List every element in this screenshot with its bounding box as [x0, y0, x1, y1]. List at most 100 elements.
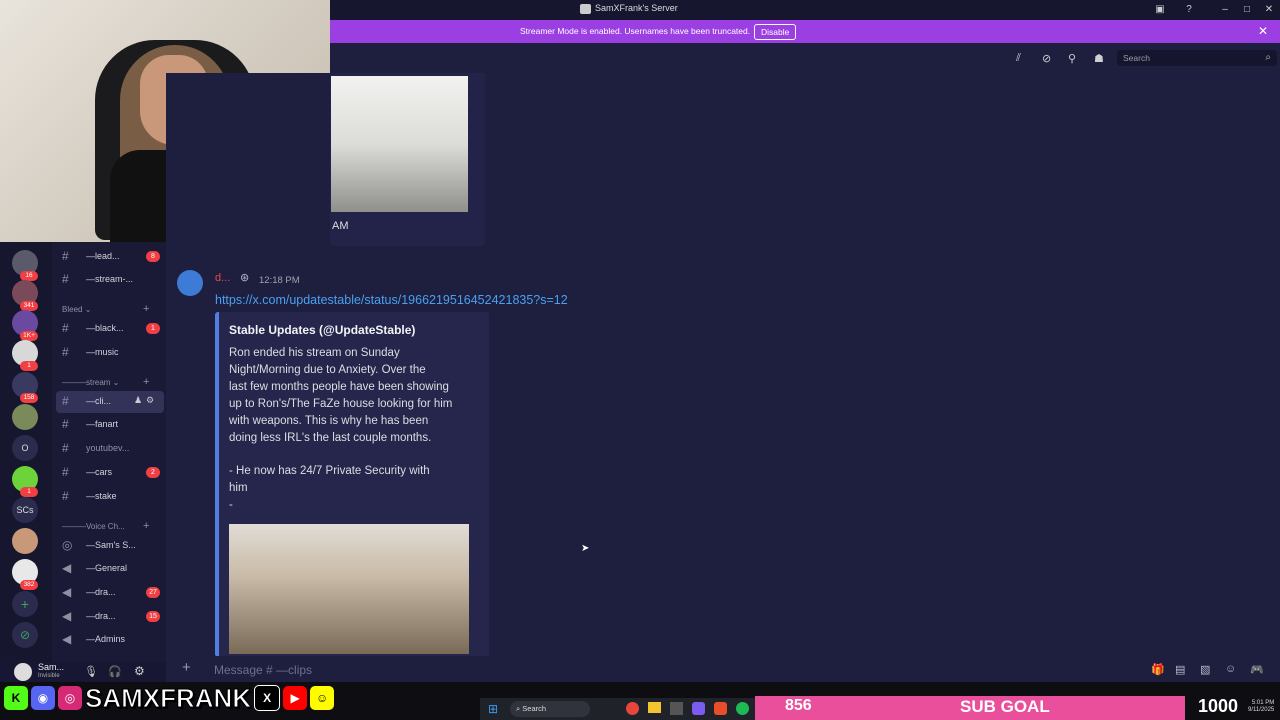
invite-icon[interactable]: ♟ — [134, 395, 142, 406]
message-input[interactable]: Message # —clips — [214, 663, 312, 677]
server-icon[interactable]: 382 — [12, 559, 38, 590]
disable-streamer-mode-button[interactable]: Disable — [754, 24, 797, 40]
channel-cars[interactable]: # —cars 2 — [56, 462, 164, 484]
server-icon[interactable]: 1 — [12, 466, 38, 497]
help-icon[interactable]: ? — [1182, 3, 1196, 17]
channel-fanart[interactable]: # —fanart — [56, 414, 164, 436]
message-author-avatar[interactable] — [177, 270, 203, 296]
store-icon[interactable] — [670, 702, 683, 715]
server-icon[interactable]: 16 — [12, 250, 38, 281]
link-embed: Stable Updates (@UpdateStable) Ron ended… — [215, 312, 489, 657]
gift-icon[interactable]: 🎁 — [1151, 663, 1165, 676]
server-icon[interactable]: 341 — [12, 280, 38, 311]
hash-icon: # — [62, 345, 69, 359]
voice-channel-admins[interactable]: ◀ —Admins — [56, 629, 164, 651]
window-title: SamXFrank's Server — [595, 3, 678, 13]
banner-close-icon[interactable]: ✕ — [1258, 24, 1268, 38]
gif-icon[interactable]: ▤ — [1175, 663, 1185, 676]
hash-icon: # — [62, 272, 69, 286]
pin-icon[interactable]: ⚲ — [1068, 52, 1076, 65]
channel-clips[interactable]: # —cli... ♟ ⚙ — [56, 391, 164, 413]
snapchat-icon: ☺ — [310, 686, 335, 710]
hash-icon: # — [62, 249, 69, 263]
voice-channel-sams[interactable]: ◎ —Sam's S... — [56, 535, 164, 557]
chrome-icon[interactable] — [626, 702, 639, 715]
member-list-icon[interactable]: ☗ — [1094, 52, 1104, 65]
category-voice[interactable]: ———Voice Ch... — [62, 522, 125, 531]
gear-icon[interactable]: ⚙ — [146, 395, 154, 406]
taskbar-search[interactable]: ⌕ Search — [510, 701, 590, 717]
voice-channel-general[interactable]: ◀ —General — [56, 558, 164, 580]
hash-icon: # — [62, 441, 69, 455]
search-box[interactable]: Search ⌕ — [1117, 50, 1277, 66]
hash-icon: # — [62, 465, 69, 479]
windows-start-icon[interactable]: ⊞ — [488, 702, 498, 716]
discord-taskbar-icon[interactable] — [692, 702, 705, 715]
channel-black[interactable]: # —black... 1 — [56, 318, 164, 340]
sticker-icon[interactable]: ▧ — [1200, 663, 1210, 676]
hash-icon: # — [62, 321, 69, 335]
headphones-icon[interactable]: 🎧 — [108, 665, 122, 678]
search-icon: ⌕ — [516, 704, 521, 713]
server-icon[interactable]: 158 — [12, 372, 38, 403]
file-explorer-icon[interactable] — [648, 702, 661, 713]
hash-icon: # — [62, 489, 69, 503]
server-icon[interactable] — [12, 528, 38, 554]
channel-stream-top[interactable]: # —stream-... — [56, 269, 164, 291]
attach-plus-icon[interactable]: + — [182, 659, 191, 676]
x-icon: X — [254, 685, 281, 711]
inbox-icon[interactable]: ▣ — [1153, 3, 1167, 17]
app-icon[interactable] — [714, 702, 727, 715]
search-icon: ⌕ — [1265, 52, 1271, 63]
voice-channel-dra-1[interactable]: ◀ —dra... 27 — [56, 582, 164, 604]
avatar[interactable] — [14, 663, 32, 681]
add-channel-icon[interactable]: + — [143, 520, 149, 532]
message-timestamp: 12:18 PM — [259, 275, 300, 286]
activities-icon[interactable]: 🎮 — [1250, 663, 1264, 676]
close-window-icon[interactable]: ✕ — [1262, 3, 1276, 17]
add-server-icon[interactable]: + — [12, 591, 38, 617]
microphone-icon[interactable]: 🎙 — [84, 665, 98, 678]
voice-channel-dra-2[interactable]: ◀ —dra... 15 — [56, 606, 164, 628]
category-stream[interactable]: ———stream ⌄ — [62, 378, 119, 387]
stage-icon: ◎ — [62, 538, 73, 552]
previous-embed: AM — [330, 73, 485, 246]
embed-title[interactable]: Stable Updates (@UpdateStable) — [229, 323, 415, 337]
add-channel-icon[interactable]: + — [143, 303, 149, 315]
notifications-muted-icon[interactable]: ⊘ — [1042, 52, 1051, 65]
server-icon[interactable]: 1K+ — [12, 310, 38, 341]
maximize-icon[interactable]: □ — [1240, 3, 1254, 17]
youtube-icon: ▶ — [283, 686, 308, 710]
server-icon[interactable] — [12, 404, 38, 430]
message-composer: + Message # —clips 🎁 ▤ ▧ ☺ 🎮 — [166, 656, 1280, 682]
message-link[interactable]: https://x.com/updatestable/status/196621… — [215, 293, 568, 307]
add-channel-icon[interactable]: + — [143, 376, 149, 388]
channel-leaderboard[interactable]: # —lead... 8 — [56, 246, 164, 268]
username: Sam... — [38, 662, 65, 672]
embed-line: Night/Morning due to Anxiety. Over the — [229, 364, 426, 376]
minimize-icon[interactable]: – — [1218, 3, 1232, 17]
server-icon[interactable]: 1 — [12, 340, 38, 371]
embed-image[interactable] — [229, 524, 469, 654]
server-icon-o[interactable]: O — [12, 435, 38, 461]
embed-line: with weapons. This is why he has been — [229, 415, 429, 427]
mouse-cursor-icon: ➤ — [581, 543, 590, 554]
embed-line: - He now has 24/7 Private Security with — [229, 465, 430, 477]
user-settings-icon[interactable]: ⚙ — [134, 664, 145, 678]
channel-stake[interactable]: # —stake — [56, 486, 164, 508]
message-area: AM d... ⊛ 12:18 PM https://x.com/updates… — [166, 73, 1280, 657]
search-placeholder: Search — [1123, 53, 1150, 63]
channel-music[interactable]: # —music — [56, 342, 164, 364]
message-author[interactable]: d... — [215, 272, 230, 284]
embed-line: him — [229, 482, 248, 494]
server-icon-scs[interactable]: SCs — [12, 497, 38, 523]
previous-embed-image[interactable] — [331, 76, 468, 212]
emoji-icon[interactable]: ☺ — [1225, 663, 1236, 675]
explore-servers-icon[interactable]: ⊘ — [12, 622, 38, 648]
spotify-icon[interactable] — [736, 702, 749, 715]
category-bleed[interactable]: Bleed ⌄ — [62, 305, 91, 314]
speaker-icon: ◀ — [62, 585, 72, 599]
sub-goal-bar: 856 SUB GOAL — [755, 696, 1185, 720]
channel-youtube[interactable]: # youtubev... — [56, 438, 164, 460]
threads-icon[interactable]: ⫽ — [1016, 52, 1021, 65]
